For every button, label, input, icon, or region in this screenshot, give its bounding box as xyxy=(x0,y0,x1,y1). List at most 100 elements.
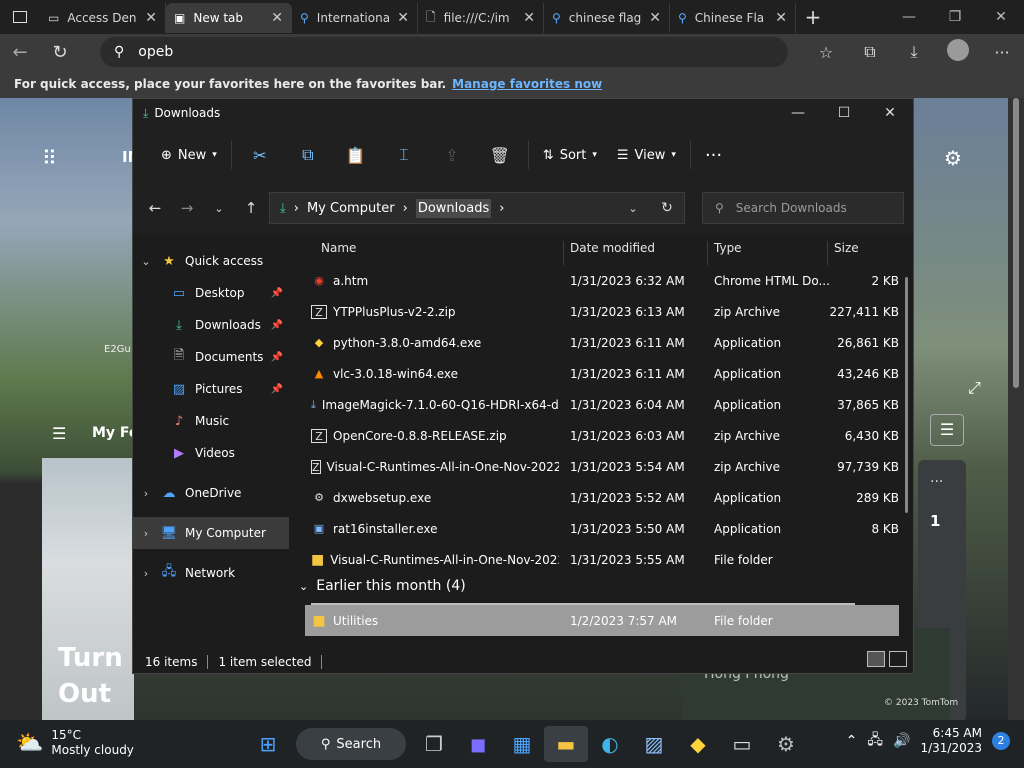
sidebar-item-desktop[interactable]: ▭ Desktop 📌 xyxy=(133,277,289,309)
chevron-down-icon[interactable]: ⌄ xyxy=(299,580,308,593)
chevron-right-icon[interactable]: › xyxy=(133,487,159,500)
weather-widget[interactable]: ⛅ 15°C Mostly cloudy xyxy=(16,728,134,758)
sidebar-item-onedrive[interactable]: › ☁ OneDrive xyxy=(133,477,289,509)
notification-badge[interactable]: 2 xyxy=(992,732,1010,750)
refresh-icon[interactable]: ↻ xyxy=(650,200,684,216)
up-icon[interactable]: ↑ xyxy=(235,199,267,217)
apps-grid-icon[interactable]: ⠿ xyxy=(42,146,57,170)
table-row[interactable]: ■ Visual-C-Runtimes-All-in-One-Nov-2022 1… xyxy=(305,544,899,575)
column-header-size[interactable]: Size xyxy=(834,241,859,255)
new-tab-button[interactable]: + xyxy=(796,5,830,29)
column-divider[interactable] xyxy=(563,241,564,265)
details-view-icon[interactable] xyxy=(867,651,885,667)
volume-icon[interactable]: 🔊 xyxy=(893,733,910,749)
restore-icon[interactable]: ❐ xyxy=(932,9,978,25)
browser-tab-2[interactable]: ⚲ Internationa ✕ xyxy=(292,3,418,33)
minimize-icon[interactable]: — xyxy=(886,9,932,25)
horizontal-scrollbar[interactable] xyxy=(311,603,855,605)
table-row[interactable]: ⚙ dxwebsetup.exe 1/31/2023 5:52 AM Applic… xyxy=(305,482,899,513)
close-icon[interactable]: ✕ xyxy=(867,99,913,127)
recent-locations-icon[interactable]: ⌄ xyxy=(203,202,235,215)
column-header-date[interactable]: Date modified xyxy=(570,241,655,255)
more-icon[interactable]: ··· xyxy=(980,43,1024,62)
breadcrumb[interactable]: ⤓ › My Computer › Downloads › ⌄ ↻ xyxy=(269,192,685,224)
collections-icon[interactable]: ⧉ xyxy=(848,42,892,62)
profile-avatar[interactable] xyxy=(936,39,980,65)
pin-icon[interactable]: 📌 xyxy=(271,352,283,363)
python-icon[interactable]: ◆ xyxy=(676,726,720,762)
browser-tab-0[interactable]: ▭ Access Den ✕ xyxy=(40,3,166,33)
image-app-icon[interactable]: ▨ xyxy=(632,726,676,762)
table-row[interactable]: ◉ a.htm 1/31/2023 6:32 AM Chrome HTML Do.… xyxy=(305,265,899,296)
browser-tab-3[interactable]: 🗋 file:///C:/im ✕ xyxy=(418,3,544,33)
breadcrumb-my-computer[interactable]: My Computer xyxy=(307,201,395,216)
network-icon[interactable]: 🖧 xyxy=(867,729,883,753)
store-icon[interactable]: ▦ xyxy=(500,726,544,762)
column-header-type[interactable]: Type xyxy=(714,241,742,255)
sidebar-item-pictures[interactable]: ▨ Pictures 📌 xyxy=(133,373,289,405)
sidebar-item-network[interactable]: › 🖧 Network xyxy=(133,557,289,589)
chevron-down-icon[interactable]: ⌄ xyxy=(133,255,159,268)
chevron-right-icon[interactable]: › xyxy=(133,567,159,580)
close-icon[interactable]: ✕ xyxy=(978,9,1024,25)
cut-icon[interactable]: ✂ xyxy=(236,146,284,165)
tab-actions-icon[interactable] xyxy=(0,0,40,34)
breadcrumb-downloads[interactable]: Downloads xyxy=(415,198,492,218)
table-row[interactable]: Z OpenCore-0.8.8-RELEASE.zip 1/31/2023 6:… xyxy=(305,420,899,451)
column-divider[interactable] xyxy=(707,241,708,265)
share-icon[interactable]: ⇪ xyxy=(428,146,476,165)
sort-button[interactable]: ⇅ Sort ▾ xyxy=(533,139,607,171)
paste-icon[interactable]: 📋 xyxy=(332,146,380,165)
terminal-icon[interactable]: ▭ xyxy=(720,726,764,762)
favorites-icon[interactable]: ☆ xyxy=(804,43,848,62)
layout-list-icon[interactable]: ☰ xyxy=(930,414,964,446)
close-tab-icon[interactable]: ✕ xyxy=(523,10,535,26)
forward-icon[interactable]: → xyxy=(171,199,203,217)
feed-menu-icon[interactable]: ☰ xyxy=(52,424,66,443)
chevron-down-icon[interactable]: ⌄ xyxy=(616,202,650,215)
table-row[interactable]: Z YTPPlusPlus-v2-2.zip 1/31/2023 6:13 AM … xyxy=(305,296,899,327)
pin-icon[interactable]: 📌 xyxy=(271,384,283,395)
vertical-scrollbar[interactable] xyxy=(905,277,908,513)
back-icon[interactable]: ← xyxy=(139,199,171,217)
address-bar[interactable]: ⚲ opeb xyxy=(100,37,788,67)
table-row[interactable]: Z Visual-C-Runtimes-All-in-One-Nov-2022..… xyxy=(305,451,899,482)
browser-tab-5[interactable]: ⚲ Chinese Fla ✕ xyxy=(670,3,796,33)
page-scrollbar-thumb[interactable] xyxy=(1013,98,1019,388)
clock[interactable]: 6:45 AM 1/31/2023 xyxy=(920,726,982,756)
group-header-earlier-this-month[interactable]: ⌄ Earlier this month (4) xyxy=(299,578,466,594)
refresh-icon[interactable]: ↻ xyxy=(40,34,80,70)
column-divider[interactable] xyxy=(827,241,828,265)
manage-favorites-link[interactable]: Manage favorites now xyxy=(452,77,602,91)
delete-icon[interactable]: 🗑 xyxy=(476,146,524,165)
table-row[interactable]: ⤓ ImageMagick-7.1.0-60-Q16-HDRI-x64-dll..… xyxy=(305,389,899,420)
new-button[interactable]: ⊕ New ▾ xyxy=(151,139,227,171)
maximize-icon[interactable]: ☐ xyxy=(821,99,867,127)
see-more-icon[interactable]: ··· xyxy=(695,139,732,171)
news-card-title[interactable]: Turn Out xyxy=(58,640,123,712)
table-row[interactable]: ▲ vlc-3.0.18-win64.exe 1/31/2023 6:11 AM … xyxy=(305,358,899,389)
page-settings-gear-icon[interactable]: ⚙ xyxy=(944,146,962,170)
chat-icon[interactable]: ◼ xyxy=(456,726,500,762)
task-view-icon[interactable]: ❐ xyxy=(412,726,456,762)
close-tab-icon[interactable]: ✕ xyxy=(649,10,661,26)
browser-tab-1[interactable]: ▣ New tab ✕ xyxy=(166,3,292,33)
tiles-view-icon[interactable] xyxy=(889,651,907,667)
start-icon[interactable]: ⊞ xyxy=(246,726,290,762)
expand-icon[interactable]: ⤢ xyxy=(968,378,981,398)
browser-tab-4[interactable]: ⚲ chinese flag ✕ xyxy=(544,3,670,33)
sidebar-item-videos[interactable]: ▶ Videos xyxy=(133,437,289,469)
chevron-right-icon[interactable]: › xyxy=(133,527,159,540)
close-tab-icon[interactable]: ✕ xyxy=(397,10,409,26)
table-row-selected[interactable]: ■ Utilities 1/2/2023 7:57 AM File folder xyxy=(305,605,899,636)
sidebar-item-my-computer[interactable]: › 🖥 My Computer xyxy=(133,517,289,549)
table-row[interactable]: ▣ rat16installer.exe 1/31/2023 5:50 AM Ap… xyxy=(305,513,899,544)
page-scrollbar[interactable] xyxy=(1008,98,1024,720)
copy-icon[interactable]: ⧉ xyxy=(284,145,332,165)
rename-icon[interactable]: ⌶ xyxy=(380,145,428,165)
sidebar-item-music[interactable]: ♪ Music xyxy=(133,405,289,437)
file-explorer-icon[interactable]: ▬ xyxy=(544,726,588,762)
edge-icon[interactable]: ◐ xyxy=(588,726,632,762)
close-tab-icon[interactable]: ✕ xyxy=(271,10,283,26)
close-tab-icon[interactable]: ✕ xyxy=(775,10,787,26)
